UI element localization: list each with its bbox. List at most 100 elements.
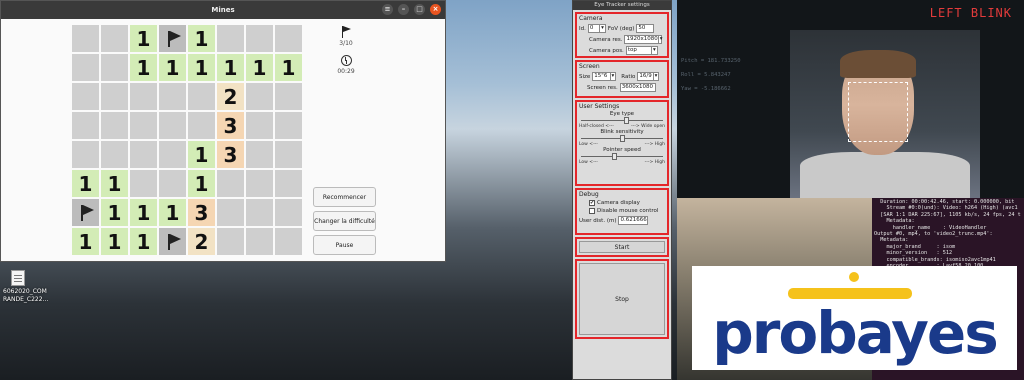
eye-type-slider[interactable]	[581, 117, 663, 124]
mine-cell-hidden[interactable]	[71, 140, 100, 169]
mine-cell-hidden[interactable]	[129, 140, 158, 169]
mine-cell-hidden[interactable]	[129, 82, 158, 111]
mine-cell-number[interactable]: 1	[216, 53, 245, 82]
mine-cell-number[interactable]: 1	[158, 53, 187, 82]
pause-button[interactable]: Pause	[313, 235, 376, 255]
mine-cell-number[interactable]: 1	[245, 53, 274, 82]
mine-cell-number[interactable]: 3	[187, 198, 216, 227]
mine-cell-number[interactable]: 1	[274, 53, 303, 82]
mine-cell-number[interactable]: 2	[187, 227, 216, 256]
mine-cell-hidden[interactable]	[216, 169, 245, 198]
mine-cell-number[interactable]: 1	[71, 227, 100, 256]
desktop-file[interactable]: 6062020_COM RANDE_C222...	[3, 270, 59, 304]
mine-cell-hidden[interactable]	[245, 111, 274, 140]
mine-cell-hidden[interactable]	[274, 24, 303, 53]
mine-cell-hidden[interactable]	[187, 82, 216, 111]
mine-cell-hidden[interactable]	[158, 140, 187, 169]
face-landmark-box	[848, 82, 908, 142]
camera-id-select[interactable]: 0 ▾	[587, 24, 606, 33]
menu-icon[interactable]: ≡	[382, 4, 393, 15]
mine-cell-number[interactable]: 1	[187, 53, 216, 82]
disable-mouse-label: Disable mouse control	[597, 208, 659, 214]
mine-cell-number[interactable]: 3	[216, 140, 245, 169]
mine-cell-hidden[interactable]	[245, 227, 274, 256]
mine-cell-hidden[interactable]	[216, 227, 245, 256]
disable-mouse-checkbox[interactable]	[589, 208, 595, 214]
slider-thumb[interactable]	[620, 135, 625, 142]
mine-cell-number[interactable]: 1	[187, 169, 216, 198]
camera-res-select[interactable]: 1920x1080 ▾	[624, 35, 663, 44]
flag-icon	[79, 204, 94, 222]
mine-cell-hidden[interactable]	[100, 82, 129, 111]
mine-cell-number[interactable]: 2	[216, 82, 245, 111]
user-dist-input[interactable]: 0.621666	[618, 216, 649, 225]
mine-cell-hidden[interactable]	[274, 82, 303, 111]
mine-cell-number[interactable]: 1	[100, 169, 129, 198]
mine-cell-flagged[interactable]	[158, 227, 187, 256]
restart-button[interactable]: Recommencer	[313, 187, 376, 207]
mine-cell-hidden[interactable]	[129, 169, 158, 198]
mine-cell-hidden[interactable]	[71, 24, 100, 53]
camera-pos-select[interactable]: top ▾	[625, 46, 658, 55]
mine-cell-hidden[interactable]	[245, 169, 274, 198]
mine-cell-hidden[interactable]	[274, 140, 303, 169]
eye-tracker-titlebar[interactable]: Eye Tracker settings	[573, 1, 671, 10]
screen-size-select[interactable]: 15"6 ▾	[592, 72, 617, 81]
mine-cell-number[interactable]: 1	[187, 24, 216, 53]
slider-thumb[interactable]	[624, 117, 630, 124]
blink-sensitivity-slider[interactable]	[581, 135, 663, 142]
mine-cell-hidden[interactable]	[245, 198, 274, 227]
screen-res-input[interactable]: 3600x1080	[619, 83, 656, 92]
terminal-line: Stream #0:0(und): Video: h264 (High) (av…	[874, 205, 1018, 212]
mine-cell-hidden[interactable]	[158, 82, 187, 111]
mine-cell-hidden[interactable]	[100, 24, 129, 53]
mine-cell-number[interactable]: 1	[100, 227, 129, 256]
mine-cell-hidden[interactable]	[158, 169, 187, 198]
stop-button[interactable]: Stop	[579, 263, 665, 335]
mine-cell-hidden[interactable]	[187, 111, 216, 140]
mine-cell-hidden[interactable]	[274, 111, 303, 140]
window-title: Mines	[211, 6, 235, 14]
mine-cell-hidden[interactable]	[216, 24, 245, 53]
mine-cell-flagged[interactable]	[158, 24, 187, 53]
webcam-frame	[790, 30, 980, 198]
mines-titlebar[interactable]: Mines ≡ – □ ×	[1, 1, 445, 19]
mine-cell-hidden[interactable]	[216, 198, 245, 227]
mine-cell-hidden[interactable]	[158, 111, 187, 140]
mine-cell-hidden[interactable]	[100, 111, 129, 140]
mine-cell-number[interactable]: 1	[129, 227, 158, 256]
mine-cell-hidden[interactable]	[129, 111, 158, 140]
close-icon[interactable]: ×	[430, 4, 441, 15]
mine-cell-number[interactable]: 3	[216, 111, 245, 140]
mine-cell-number[interactable]: 1	[71, 169, 100, 198]
change-difficulty-button[interactable]: Changer la difficulté	[313, 211, 376, 231]
mine-cell-hidden[interactable]	[100, 140, 129, 169]
fov-input[interactable]: 50	[636, 24, 655, 33]
mine-cell-hidden[interactable]	[274, 169, 303, 198]
mine-cell-hidden[interactable]	[274, 198, 303, 227]
maximize-icon[interactable]: □	[414, 4, 425, 15]
camera-display-checkbox[interactable]: ✔	[589, 200, 595, 206]
mine-cell-hidden[interactable]	[245, 24, 274, 53]
minimize-icon[interactable]: –	[398, 4, 409, 15]
mine-cell-number[interactable]: 1	[100, 198, 129, 227]
fov-label: FoV (deg)	[607, 25, 635, 32]
mine-cell-number[interactable]: 1	[129, 24, 158, 53]
mine-cell-number[interactable]: 1	[129, 53, 158, 82]
ratio-select[interactable]: 16/9 ▾	[637, 72, 660, 81]
mine-cell-hidden[interactable]	[274, 227, 303, 256]
mine-cell-hidden[interactable]	[100, 53, 129, 82]
mine-cell-hidden[interactable]	[245, 140, 274, 169]
start-button[interactable]: Start	[579, 241, 665, 253]
pointer-speed-slider[interactable]	[581, 153, 663, 160]
mine-cell-number[interactable]: 1	[129, 198, 158, 227]
probayes-logo: probayes	[692, 266, 1017, 370]
mine-cell-flagged[interactable]	[71, 198, 100, 227]
mine-cell-number[interactable]: 1	[158, 198, 187, 227]
slider-thumb[interactable]	[611, 153, 617, 160]
mine-cell-number[interactable]: 1	[187, 140, 216, 169]
mine-cell-hidden[interactable]	[71, 53, 100, 82]
mine-cell-hidden[interactable]	[71, 111, 100, 140]
mine-cell-hidden[interactable]	[245, 82, 274, 111]
mine-cell-hidden[interactable]	[71, 82, 100, 111]
